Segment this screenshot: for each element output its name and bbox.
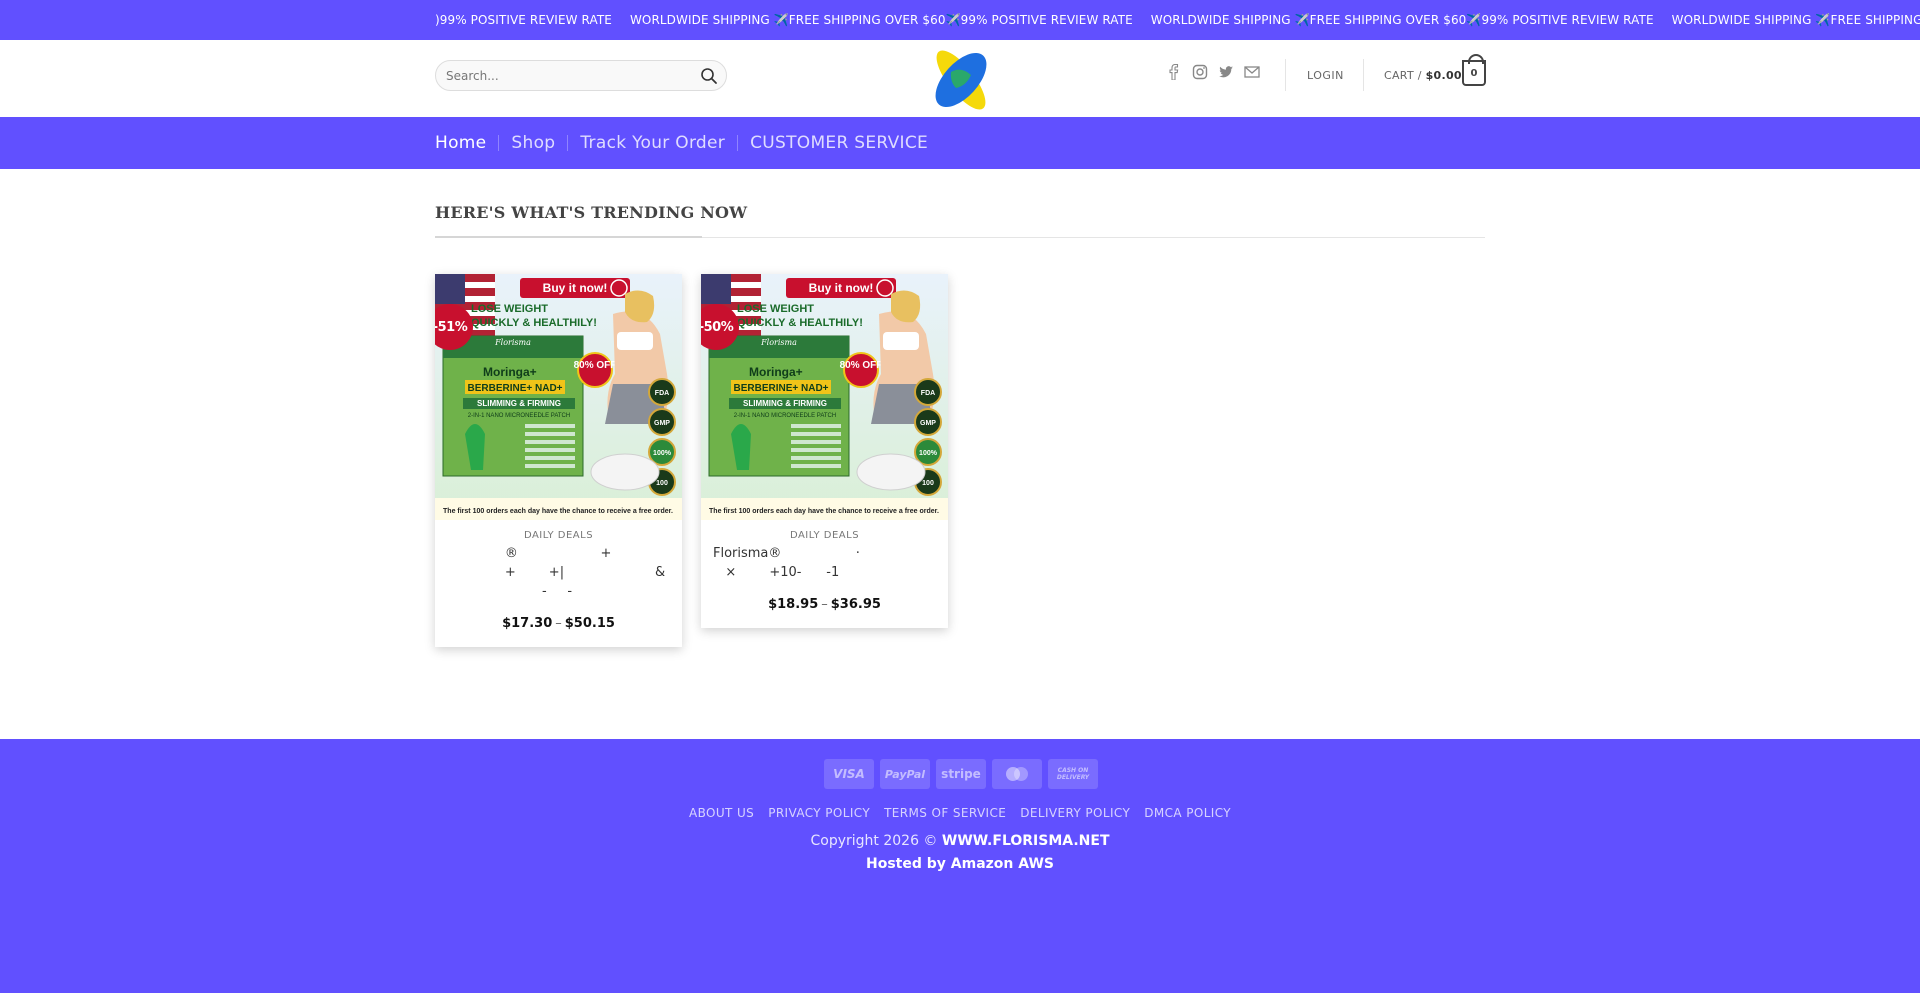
announcement-item: WORLDWIDE SHIPPING ✈️FREE SHIPPING OVER … xyxy=(629,13,1133,27)
image-line-1: Moringa+ xyxy=(749,365,803,379)
product-category[interactable]: DAILY DEALS xyxy=(447,530,670,541)
site-header: LOGIN CART / $0.00 0 xyxy=(0,40,1920,117)
payment-icons: VISA PayPal stripe CASH ON DELIVERY xyxy=(824,759,1098,789)
image-discount: 80% OFF xyxy=(574,360,617,371)
cart-count: 0 xyxy=(1470,67,1478,79)
image-line-2: BERBERINE+ NAD+ xyxy=(467,383,562,394)
search-icon[interactable] xyxy=(700,67,718,85)
search-form xyxy=(435,60,727,91)
image-headline-2: QUICKLY & HEALTHILY! xyxy=(737,317,863,329)
image-tagline: SLIMMING & FIRMING xyxy=(477,399,561,408)
search-input[interactable] xyxy=(436,68,676,83)
cart-link[interactable]: CART / $0.00 xyxy=(1384,69,1462,82)
price-separator: – xyxy=(555,616,562,631)
paypal-icon: PayPal xyxy=(880,759,930,789)
stripe-icon: stripe xyxy=(936,759,986,789)
copyright-site-link[interactable]: WWW.FLORISMA.NET xyxy=(942,833,1110,849)
image-footer-text: The first 100 orders each day have the c… xyxy=(709,508,939,515)
product-info: DAILY DEALS Florisma® · × +10- -1 $18.95… xyxy=(701,520,948,628)
product-category[interactable]: DAILY DEALS xyxy=(713,530,936,541)
product-card[interactable]: -51% Buy it now! LOSE WEIGHT QUICKLY & H… xyxy=(435,274,682,647)
image-discount: 80% OFF xyxy=(840,360,883,371)
image-subtagline: 2-IN-1 NANO MICRONEEDLE PATCH xyxy=(734,413,836,419)
seal-100-days: 100 xyxy=(656,480,668,487)
product-price: $17.30– $50.15 xyxy=(447,616,670,631)
cash-on-delivery-icon: CASH ON DELIVERY xyxy=(1048,759,1098,789)
nav-divider xyxy=(498,135,500,151)
cart-label: CART / xyxy=(1384,69,1422,82)
mastercard-icon xyxy=(992,759,1042,789)
announcement-item: WORLDWIDE SHIPPING ✈️FREE SHIPPING OVER … xyxy=(1671,13,1920,27)
product-info: DAILY DEALS ® + + +| & - - $17.30– $50.15 xyxy=(435,520,682,647)
product-card[interactable]: -50% Buy it now! LOSE WEIGHT QUICKLY & H… xyxy=(701,274,948,628)
image-headline-1: LOSE WEIGHT xyxy=(471,303,548,315)
seal-100-percent: 100% xyxy=(653,450,672,457)
footer-link-about-us[interactable]: ABOUT US xyxy=(689,806,754,820)
hosted-by: Hosted by Amazon AWS xyxy=(866,856,1054,872)
footer-link-delivery-policy[interactable]: DELIVERY POLICY xyxy=(1020,806,1130,820)
nav-item-home[interactable]: Home xyxy=(435,133,486,153)
copyright: Copyright 2026 © WWW.FLORISMA.NET xyxy=(0,833,1920,849)
seal-100-percent: 100% xyxy=(919,450,938,457)
image-headline-2: QUICKLY & HEALTHILY! xyxy=(471,317,597,329)
announcement-track: )99% POSITIVE REVIEW RATE WORLDWIDE SHIP… xyxy=(435,0,1920,40)
seal-fda: FDA xyxy=(655,390,669,397)
image-line-1: Moringa+ xyxy=(483,365,537,379)
nav-item-customer-service[interactable]: CUSTOMER SERVICE xyxy=(750,133,928,153)
product-image[interactable]: -50% Buy it now! LOSE WEIGHT QUICKLY & H… xyxy=(701,274,948,520)
nav-item-shop[interactable]: Shop xyxy=(511,133,555,153)
price-low: $17.30 xyxy=(502,616,553,631)
product-title[interactable]: ® + + +| & - - xyxy=(447,544,670,601)
site-footer: VISA PayPal stripe CASH ON DELIVERY ABOU… xyxy=(0,739,1920,993)
visa-icon: VISA xyxy=(824,759,874,789)
seal-fda: FDA xyxy=(921,390,935,397)
header-divider xyxy=(1285,59,1286,91)
announcement-item: WORLDWIDE SHIPPING ✈️FREE SHIPPING OVER … xyxy=(1150,13,1654,27)
product-price: $18.95– $36.95 xyxy=(713,597,936,612)
image-headline-1: LOSE WEIGHT xyxy=(737,303,814,315)
image-footer-text: The first 100 orders each day have the c… xyxy=(443,508,673,515)
main-nav: Home Shop Track Your Order CUSTOMER SERV… xyxy=(0,117,1920,169)
copyright-prefix: Copyright 2026 © xyxy=(810,833,938,849)
image-brand: Florisma xyxy=(494,338,531,347)
product-image-art: Buy it now! LOSE WEIGHT QUICKLY & HEALTH… xyxy=(701,274,948,520)
product-title[interactable]: Florisma® · × +10- -1 xyxy=(713,544,936,582)
instagram-icon[interactable] xyxy=(1192,64,1208,80)
seal-100-days: 100 xyxy=(922,480,934,487)
price-high: $36.95 xyxy=(830,597,881,612)
section-title: HERE'S WHAT'S TRENDING NOW xyxy=(435,203,748,222)
image-banner-text: Buy it now! xyxy=(809,281,874,295)
announcement-bar: )99% POSITIVE REVIEW RATE WORLDWIDE SHIP… xyxy=(0,0,1920,40)
social-links xyxy=(1166,63,1260,81)
image-subtagline: 2-IN-1 NANO MICRONEEDLE PATCH xyxy=(468,413,570,419)
nav-divider xyxy=(737,135,739,151)
nav-divider xyxy=(567,135,569,151)
nav-item-track-order[interactable]: Track Your Order xyxy=(580,133,725,153)
product-image[interactable]: -51% Buy it now! LOSE WEIGHT QUICKLY & H… xyxy=(435,274,682,520)
twitter-icon[interactable] xyxy=(1218,64,1234,80)
image-line-2: BERBERINE+ NAD+ xyxy=(733,383,828,394)
footer-link-privacy-policy[interactable]: PRIVACY POLICY xyxy=(768,806,870,820)
image-banner-text: Buy it now! xyxy=(543,281,608,295)
image-brand: Florisma xyxy=(760,338,797,347)
seal-gmp: GMP xyxy=(920,420,936,427)
seal-gmp: GMP xyxy=(654,420,670,427)
footer-link-terms-of-service[interactable]: TERMS OF SERVICE xyxy=(884,806,1006,820)
price-high: $50.15 xyxy=(564,616,615,631)
section-title-underline xyxy=(435,236,702,238)
footer-link-dmca-policy[interactable]: DMCA POLICY xyxy=(1144,806,1231,820)
facebook-icon[interactable] xyxy=(1166,63,1182,81)
image-tagline: SLIMMING & FIRMING xyxy=(743,399,827,408)
price-separator: – xyxy=(821,597,828,612)
cart-icon[interactable]: 0 xyxy=(1462,54,1486,86)
site-logo[interactable] xyxy=(930,42,992,116)
login-link[interactable]: LOGIN xyxy=(1307,69,1344,82)
header-divider xyxy=(1363,59,1364,91)
email-icon[interactable] xyxy=(1244,64,1260,80)
cart-total: $0.00 xyxy=(1425,69,1462,82)
announcement-item: )99% POSITIVE REVIEW RATE xyxy=(435,13,612,27)
footer-links: ABOUT US PRIVACY POLICY TERMS OF SERVICE… xyxy=(0,806,1920,820)
price-low: $18.95 xyxy=(768,597,819,612)
product-image-art: Buy it now! LOSE WEIGHT QUICKLY & HEALTH… xyxy=(435,274,682,520)
